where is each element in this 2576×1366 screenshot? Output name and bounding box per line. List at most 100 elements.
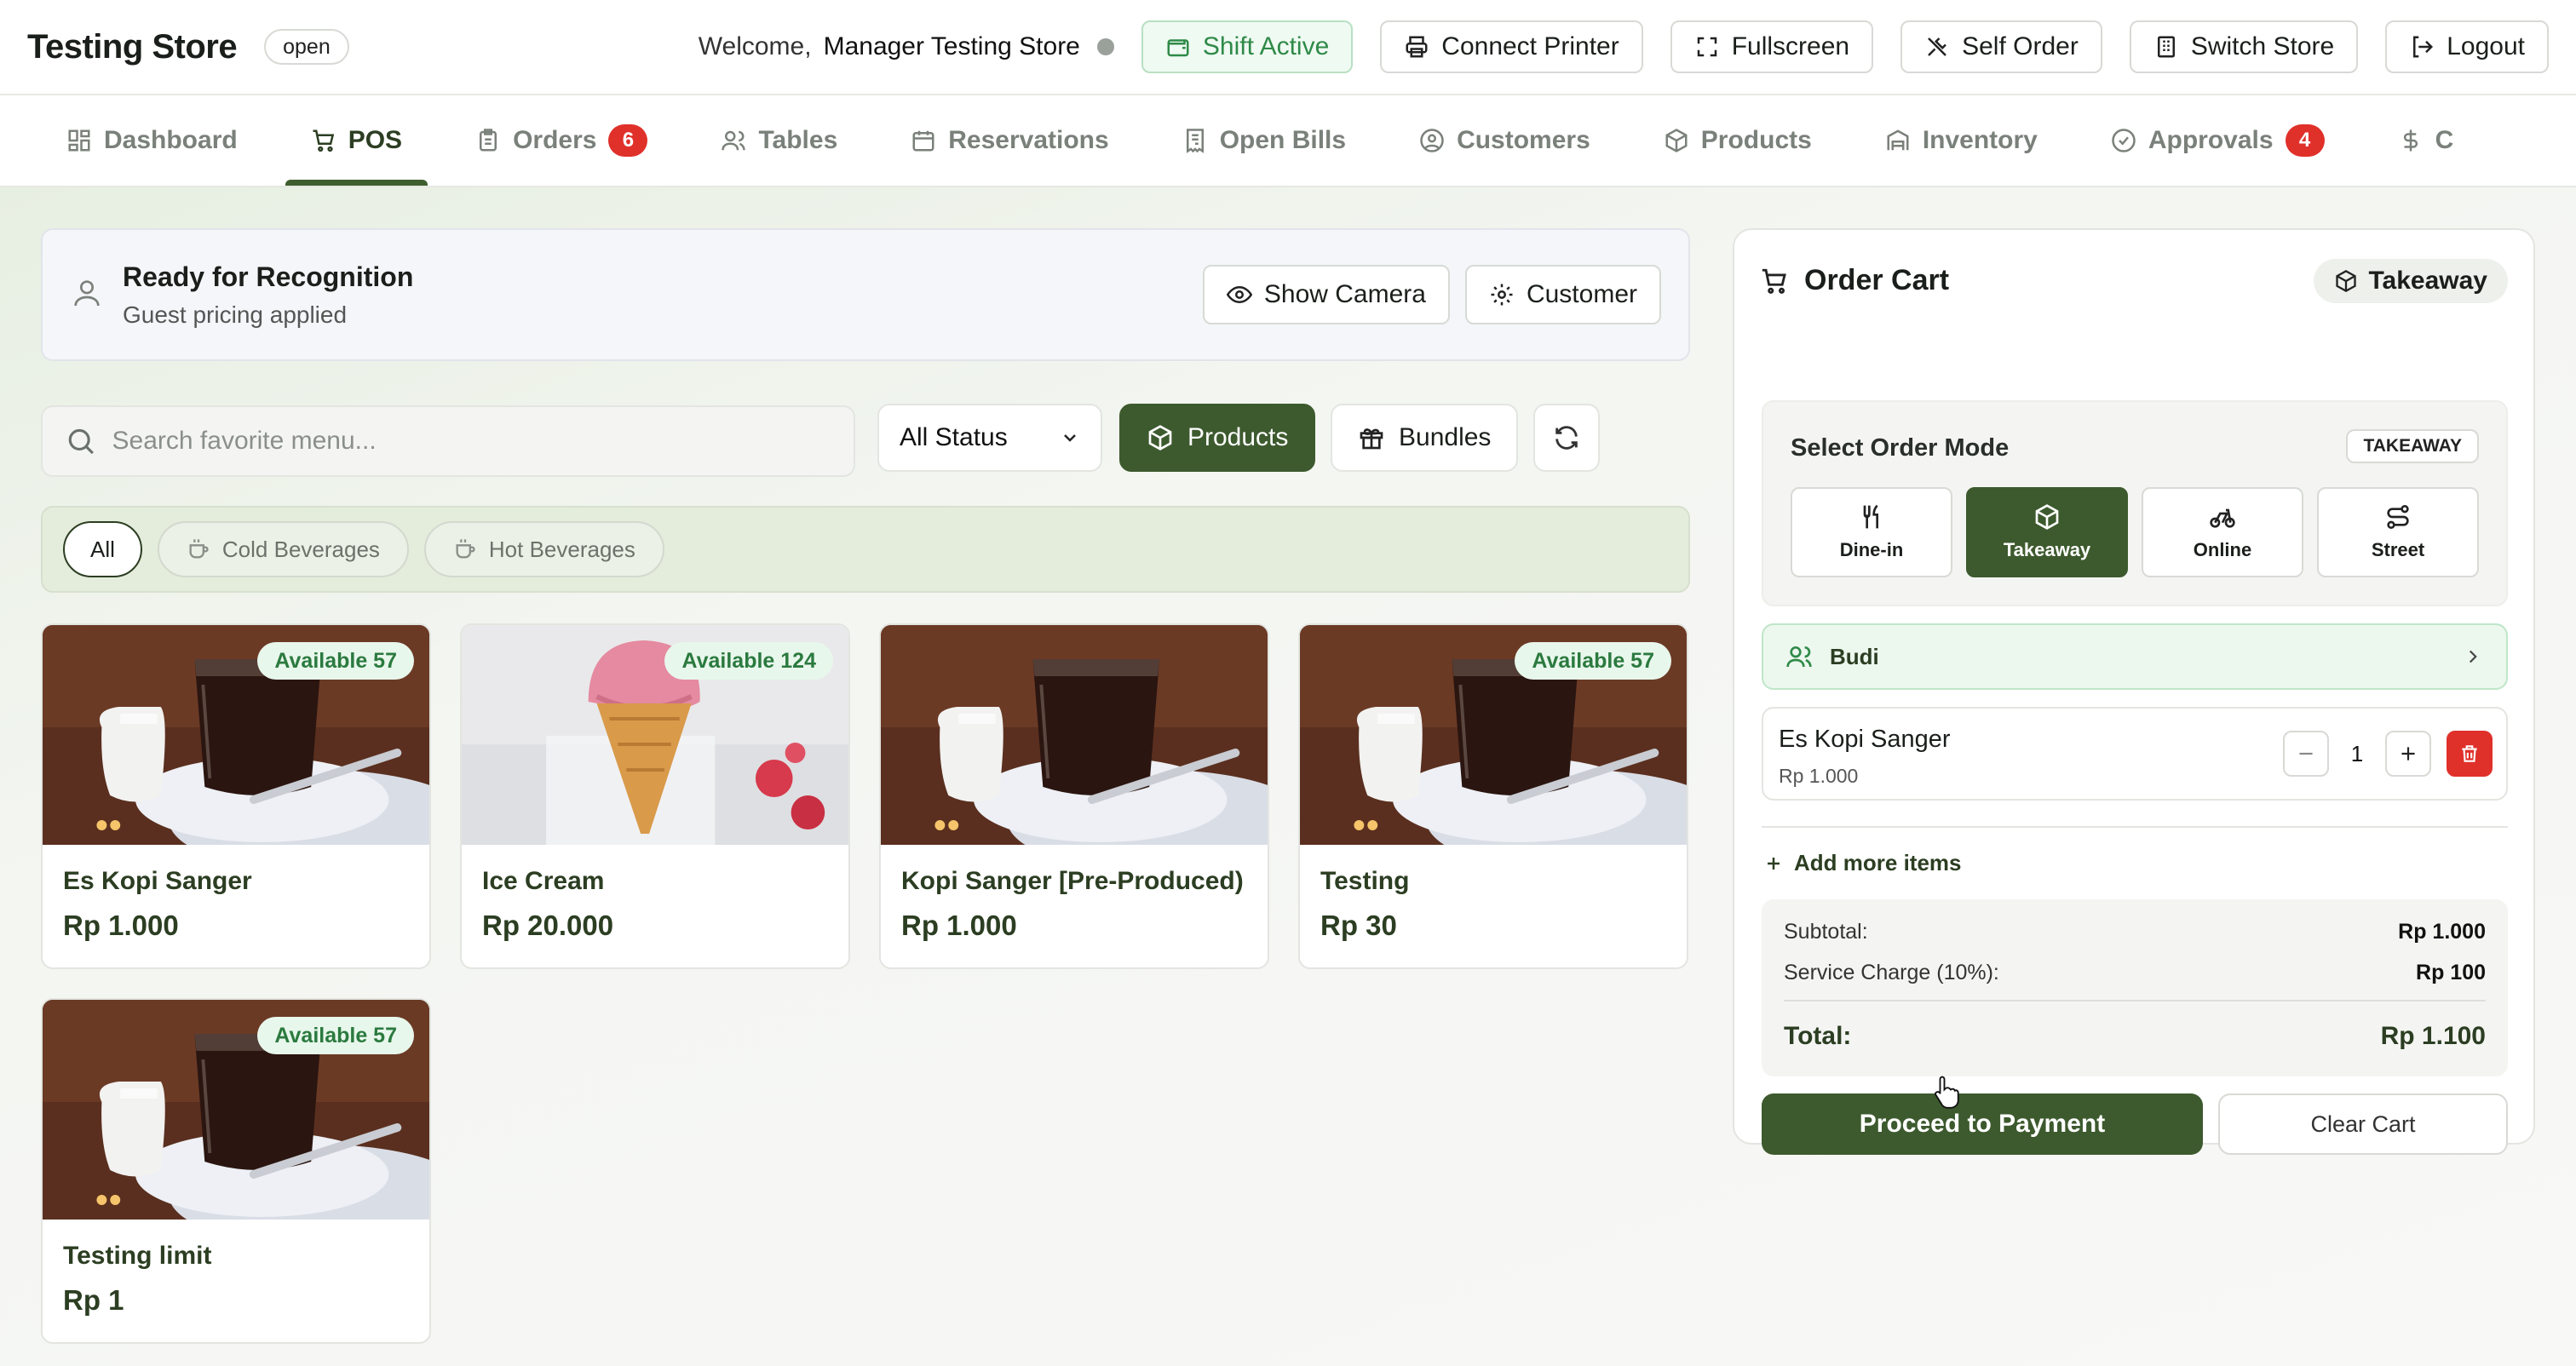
category-chip-all[interactable]: All [63,521,142,577]
clear-cart-button[interactable]: Clear Cart [2218,1093,2508,1155]
wallet-icon [1167,39,1189,57]
status-select[interactable]: All Status [877,404,1102,472]
remove-item-button[interactable] [2447,731,2493,777]
welcome-label: Welcome, [698,32,812,60]
order-mode-pill-label: Takeaway [2368,267,2487,295]
product-card[interactable]: Available 57 Testing limit Rp 1 [41,998,431,1344]
category-chip-cold-beverages[interactable]: Cold Beverages [157,521,409,577]
tab-cashier[interactable]: C [2398,95,2454,186]
tab-pos[interactable]: POS [285,95,428,186]
tab-label: C [2435,126,2454,154]
add-more-label: Add more items [1794,850,1962,875]
customer-label: Customer [1526,280,1637,308]
box-icon [1665,129,1688,152]
connect-printer-button[interactable]: Connect Printer [1380,20,1643,73]
store-title: Testing Store [27,27,238,66]
plus-icon [2401,747,2415,760]
welcome-text: Welcome, Manager Testing Store [699,32,1114,61]
add-more-items-link[interactable]: Add more items [1763,850,1962,876]
category-filter-bar: All Cold Beverages Hot Beverages [41,506,1690,593]
box-icon [2035,504,2059,530]
recognition-text: Ready for Recognition Guest pricing appl… [123,261,413,329]
increase-qty-button[interactable] [2385,731,2431,777]
fullscreen-button[interactable]: Fullscreen [1670,20,1874,73]
order-mode-options: Dine-in Takeaway Online Street [1791,487,2479,577]
product-card[interactable]: Available 124 Ice Cream Rp 20.000 [460,623,850,969]
proceed-to-payment-button[interactable]: Proceed to Payment [1762,1093,2203,1155]
cart-item-price: Rp 1.000 [1779,765,1859,787]
product-card[interactable]: Available 57 Es Kopi Sanger Rp 1.000 [41,623,431,969]
cup-icon [456,539,475,559]
orders-count-badge: 6 [608,124,648,157]
tab-open-bills[interactable]: Open Bills [1182,95,1347,186]
customer-settings-button[interactable]: Customer [1464,265,1661,324]
bike-icon [2210,508,2235,528]
minus-icon [2299,752,2313,755]
switch-store-button[interactable]: Switch Store [2129,20,2359,73]
product-price: Rp 1 [63,1284,124,1316]
mode-street-button[interactable]: Street [2317,487,2479,577]
order-mode-title: Select Order Mode [1791,434,2010,462]
total-label: Total: [1784,1022,1852,1050]
product-card[interactable]: Available 57 Testing Rp 30 [1298,623,1688,969]
gear-icon [1491,284,1513,306]
self-order-button[interactable]: Self Order [1900,20,2102,73]
tab-dashboard[interactable]: Dashboard [66,95,238,186]
tab-label: Customers [1457,126,1590,154]
tab-reservations[interactable]: Reservations [911,95,1109,186]
availability-badge: Available 57 [257,1017,414,1054]
tab-approvals[interactable]: Approvals 4 [2111,95,2325,186]
chip-label: Cold Beverages [221,536,380,562]
bundles-toggle-button[interactable]: Bundles [1331,404,1519,472]
mode-dine-in-button[interactable]: Dine-in [1791,487,1952,577]
product-name: Es Kopi Sanger [63,867,252,895]
cart-divider [1762,826,2508,828]
total-value: Rp 1.100 [2380,1022,2486,1050]
receipt-icon [1186,129,1204,153]
product-price: Rp 20.000 [482,910,614,941]
fullscreen-label: Fullscreen [1731,32,1850,60]
tab-tables[interactable]: Tables [721,95,837,186]
tab-inventory[interactable]: Inventory [1885,95,2038,186]
logout-button[interactable]: Logout [2385,20,2549,73]
tab-products[interactable]: Products [1664,95,1812,186]
user-icon [70,276,104,314]
subtotal-value: Rp 1.000 [2398,920,2486,944]
chip-label: Hot Beverages [488,536,635,562]
tab-label: Open Bills [1219,126,1347,154]
subtotal-label: Subtotal: [1784,920,1868,944]
search-box [41,405,855,477]
search-input[interactable] [112,427,831,456]
selected-customer-row[interactable]: Budi [1762,623,2508,690]
route-icon [2387,505,2409,529]
category-chip-hot-beverages[interactable]: Hot Beverages [423,521,664,577]
tab-customers[interactable]: Customers [1419,95,1590,186]
product-name: Testing limit [63,1242,212,1270]
show-camera-button[interactable]: Show Camera [1202,265,1450,324]
tab-label: Dashboard [104,126,238,154]
connect-printer-label: Connect Printer [1441,32,1619,60]
mode-label: Online [2193,539,2252,560]
service-charge-row: Service Charge (10%): Rp 100 [1784,961,2486,985]
decrease-qty-button[interactable] [2283,731,2329,777]
shift-active-button[interactable]: Shift Active [1141,20,1354,73]
quantity-stepper: 1 [2283,731,2493,777]
hand-cursor-icon [1935,1076,1959,1109]
refresh-button[interactable] [1533,404,1600,472]
products-toggle-button[interactable]: Products [1119,404,1316,472]
cart-icon [313,129,334,152]
product-card[interactable]: Kopi Sanger [Pre-Produced) Rp 1.000 [879,623,1269,969]
mode-online-button[interactable]: Online [2142,487,2303,577]
store-status-badge: open [264,29,349,65]
total-row: Total: Rp 1.100 [1784,1022,2486,1051]
mode-takeaway-button[interactable]: Takeaway [1966,487,2128,577]
recognition-actions: Show Camera Customer [1202,265,1661,324]
logout-label: Logout [2447,32,2525,60]
utensils-crossed-icon [1928,37,1946,56]
pos-main: Ready for Recognition Guest pricing appl… [0,187,2576,1366]
tab-orders[interactable]: Orders 6 [475,95,648,186]
eye-icon [1226,285,1252,304]
cart-title: Order Cart [1804,264,1950,296]
cart-icon [1762,268,1786,294]
shift-active-label: Shift Active [1202,32,1330,60]
